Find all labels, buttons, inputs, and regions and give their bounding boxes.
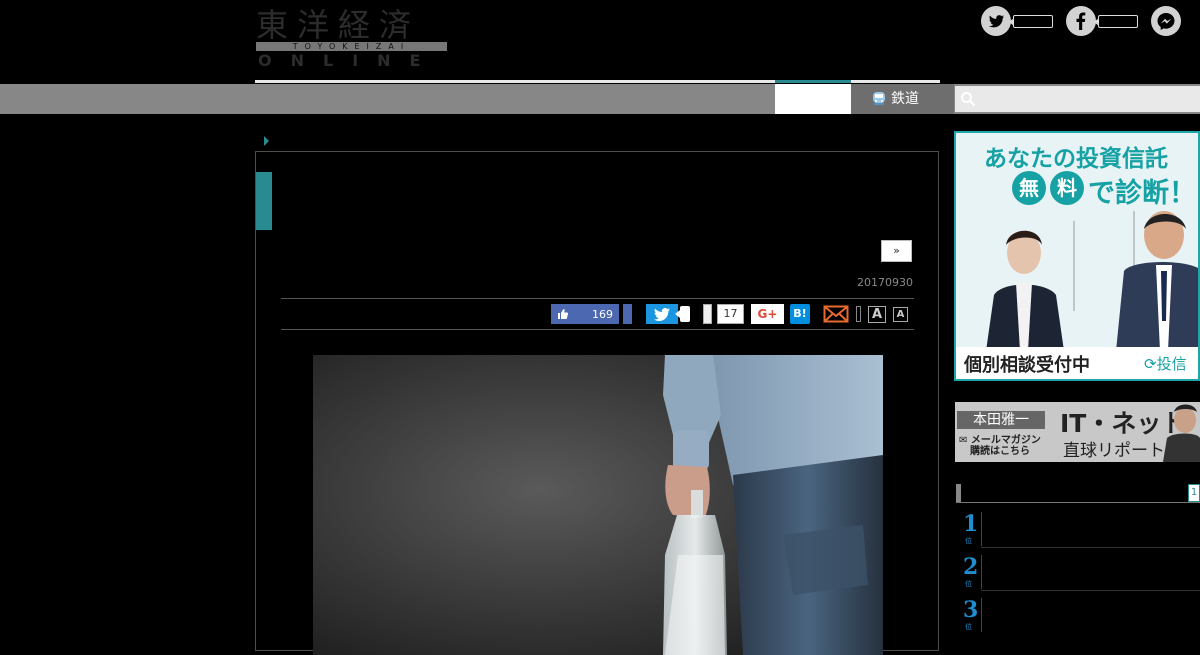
facebook-like-button[interactable]: 169 [551,304,619,324]
font-size-large-button[interactable]: A [868,306,886,323]
envelope-icon: ✉ [959,435,968,446]
ranking-header-line [956,502,1200,503]
investment-trust-ad[interactable]: あなたの投資信託 無 料 で診断！ 個別相談受付中 ⟳投信 [954,131,1200,381]
article-date: 20170930 [857,276,913,289]
facebook-count-box [1094,15,1138,28]
mail-magazine-banner[interactable]: 本田雅一 ✉ メールマガジン 購読はこちら IT・ネット 直球リポート [955,402,1200,462]
nav-active-indicator [775,80,851,83]
ad-free-circle-1: 無 [1012,171,1046,205]
global-nav: 鉄道 [0,84,1200,114]
google-plus-button[interactable]: G+ [751,304,784,324]
share-bar: 169 17 G+ B! A A [256,303,940,327]
rank-unit: 位 [965,623,972,631]
man-holding-bottle-image [313,355,883,655]
nav-tab-active[interactable] [775,84,851,114]
banner-author: 本田雅一 [957,411,1045,429]
rank-divider [981,512,982,546]
article-box: » 20170930 169 17 G+ B! A A [255,151,940,655]
rank-separator [981,547,1200,548]
font-size-divider [856,306,861,322]
ad-brand-logo: ⟳投信 [1144,355,1187,373]
facebook-like-count: 169 [592,308,613,321]
tweet-count [675,306,690,322]
logo-kanji: 東洋経済 [256,6,421,44]
rank-number: 2 [963,554,979,580]
article-photo [313,355,883,655]
ad-headline: あなたの投資信託 [984,146,1168,172]
rank-separator [981,590,1200,591]
font-size-small-button[interactable]: A [893,307,908,322]
ad-bottom-band: 個別相談受付中 ⟳投信 [956,347,1198,379]
refresh-logo-icon: ⟳ [1144,355,1157,373]
train-icon [873,92,885,105]
ranking-tab[interactable]: 1 [1188,484,1200,502]
share-top-rule [281,298,914,299]
ranking-item[interactable]: 1 位 [963,512,1200,548]
twitter-count-box [1009,15,1053,28]
rank-divider [981,555,982,589]
nav-tab-railway-label: 鉄道 [891,91,919,107]
messenger-icon [1151,6,1181,36]
pocket-button[interactable] [703,304,712,324]
ad-people-illustration [986,211,1198,351]
mail-icon[interactable] [823,304,849,324]
rank-number: 1 [963,511,979,537]
ad-free-circle-2: 料 [1050,171,1084,205]
rank-divider [981,598,982,632]
search-icon [961,92,976,107]
ad-consult-text: 個別相談受付中 [964,355,1090,376]
rank-unit: 位 [965,580,972,588]
thumbs-up-icon [558,309,569,319]
author-photo [1163,404,1200,462]
facebook-f-icon [1066,6,1096,36]
logo-online: ONLINE [258,51,440,70]
share-bottom-rule [281,329,914,330]
banner-mail-text: ✉ メールマガジン 購読はこちら [959,435,1041,457]
ranking-header-bar [956,484,961,502]
hatena-bookmark-button[interactable]: B! [790,304,810,324]
ad-subheadline: で診断！ [1088,178,1196,209]
rank-number: 3 [963,597,979,623]
search-input[interactable] [955,86,1200,112]
facebook-share-button[interactable] [623,304,632,324]
twitter-bird-icon [981,6,1011,36]
logo-romaji: TOYOKEIZAI [256,42,447,51]
twitter-bird-icon [654,308,670,321]
tweet-button[interactable] [646,304,678,324]
ranking-item[interactable]: 2 位 [963,555,1200,591]
rank-unit: 位 [965,537,972,545]
ranking-item[interactable]: 3 位 [963,598,1200,634]
title-accent-bar [256,172,272,230]
banner-subtitle: 直球リポート [1063,441,1165,461]
next-page-button[interactable]: » [881,240,912,262]
nav-tab-railway[interactable]: 鉄道 [851,84,954,114]
breadcrumb-arrow-icon [264,136,269,146]
pocket-count: 17 [717,304,744,324]
site-logo[interactable]: 東洋経済 TOYOKEIZAI ONLINE [256,6,448,72]
